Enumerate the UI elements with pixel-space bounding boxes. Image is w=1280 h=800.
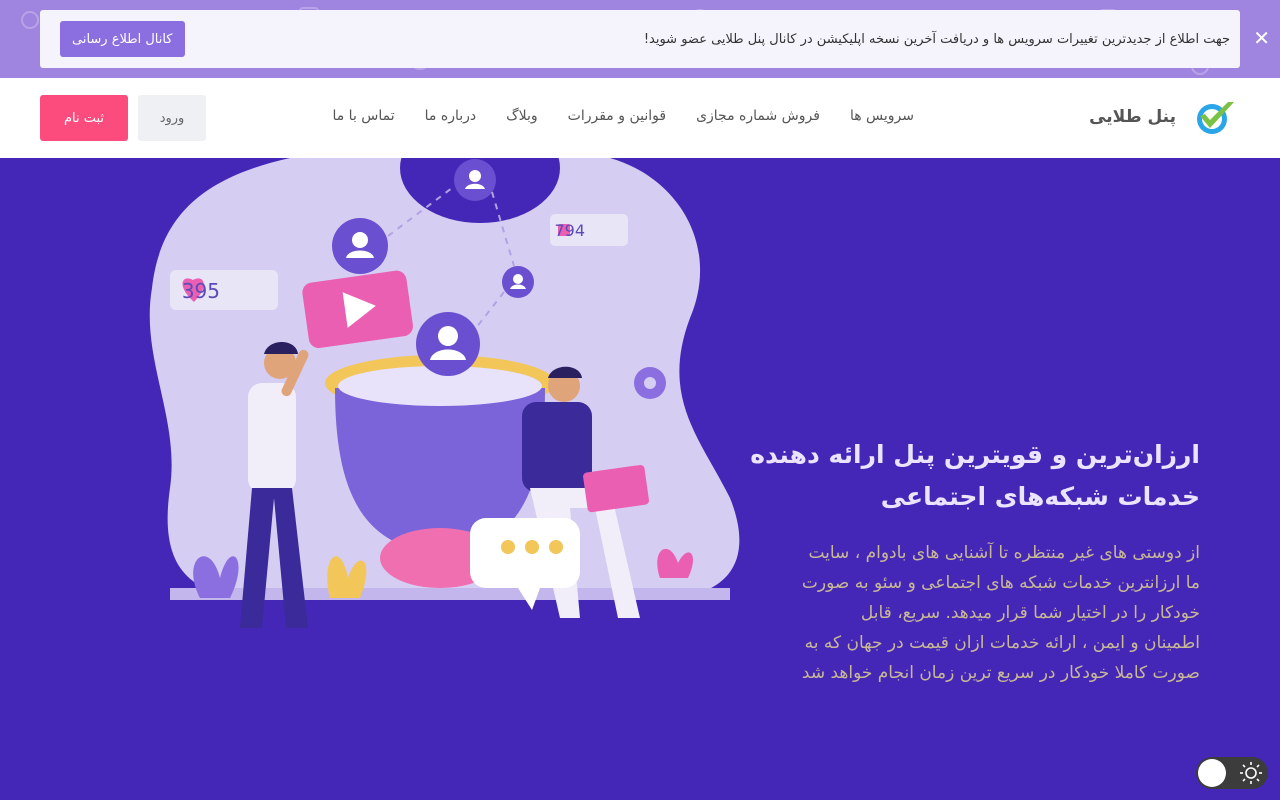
auth-buttons: ثبت نام ورود [40, 95, 206, 141]
hero-section: 395 794 ارزان‌ترین و قویترین پنل ارائه د… [0, 158, 1280, 800]
nav-about[interactable]: درباره ما [425, 108, 476, 124]
checkmark-logo-icon [1197, 102, 1234, 134]
nav-virtual-numbers[interactable]: فروش شماره مجازی [696, 108, 820, 124]
brand-name: پنل طلایی [1089, 107, 1176, 127]
notification-channel-button[interactable]: کانال اطلاع رسانی [60, 21, 185, 57]
social-media-illustration: 395 794 [149, 158, 740, 628]
likes-count: 395 [182, 279, 220, 303]
hero-description: از دوستی های غیر منتظره تا آشنایی های با… [801, 543, 1200, 683]
thumbs-count: 794 [554, 221, 585, 240]
announcement-bar: کانال اطلاع رسانی جهت اطلاع از جدیدترین … [0, 0, 1280, 78]
nav-blog[interactable]: وبلاگ [506, 108, 538, 124]
login-button[interactable]: ورود [138, 95, 206, 141]
sun-icon [1240, 762, 1262, 784]
site-header: پنل طلایی سرویس ها فروش شماره مجازی قوان… [0, 78, 1280, 158]
theme-toggle[interactable] [1196, 757, 1268, 789]
close-icon[interactable]: ✕ [1253, 28, 1270, 48]
announcement-text: جهت اطلاع از جدیدترین تغییرات سرویس ها و… [643, 31, 1230, 47]
main-nav: سرویس ها فروش شماره مجازی قوانین و مقررا… [332, 108, 914, 124]
hero-title: ارزان‌ترین و قویترین پنل ارائه دهنده خدم… [750, 440, 1200, 511]
nav-contact[interactable]: تماس با ما [332, 108, 394, 124]
announcement-box: کانال اطلاع رسانی جهت اطلاع از جدیدترین … [40, 10, 1240, 68]
signup-button[interactable]: ثبت نام [40, 95, 128, 141]
toggle-knob [1198, 759, 1226, 787]
brand[interactable]: پنل طلایی [1089, 98, 1236, 136]
nav-rules[interactable]: قوانین و مقررات [568, 108, 666, 124]
nav-services[interactable]: سرویس ها [850, 108, 914, 124]
